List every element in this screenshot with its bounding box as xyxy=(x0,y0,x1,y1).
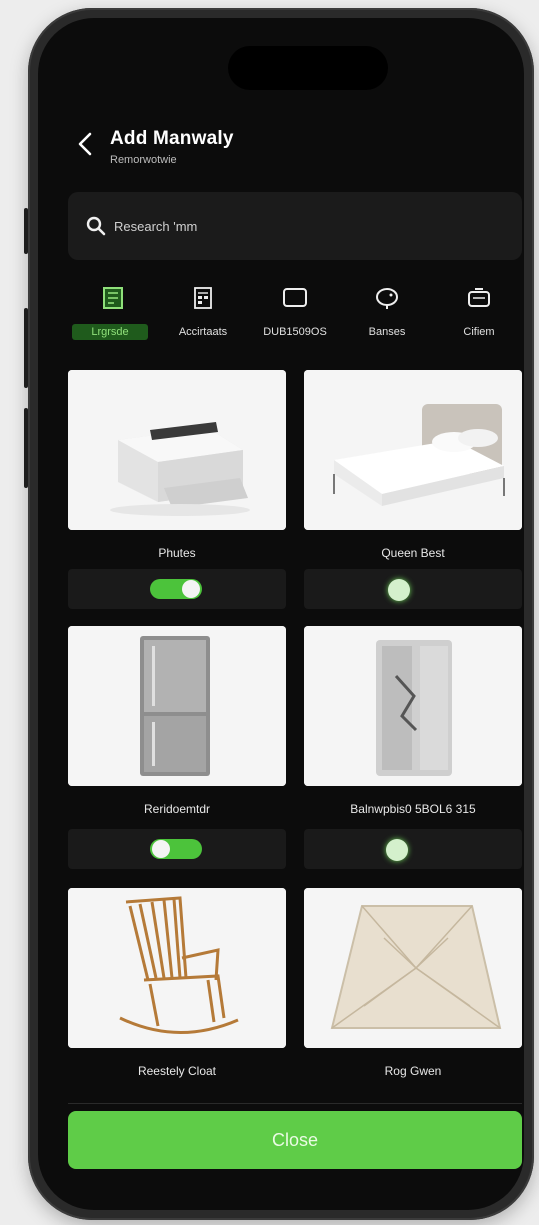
chevron-left-icon xyxy=(78,132,92,156)
toggle-row xyxy=(304,569,522,609)
rug-image xyxy=(304,888,522,1048)
item-name: Reestely Cloat xyxy=(137,1064,217,1078)
back-button[interactable] xyxy=(74,130,96,158)
rocking-chair-image xyxy=(68,888,286,1048)
toggle-knob xyxy=(182,580,200,598)
toggle-row xyxy=(68,569,286,609)
category-tab-lrgrsde[interactable]: Lrgrsde xyxy=(68,286,158,356)
item-toggle-bed[interactable] xyxy=(388,579,414,601)
battery-icon xyxy=(468,288,490,307)
category-label: Cifiem xyxy=(463,326,495,338)
item-card-bed[interactable] xyxy=(304,370,522,530)
category-tab-dub1509os[interactable]: DUB1509OS xyxy=(250,286,340,356)
phone-frame: Add Manwaly Remorwotwie Research 'mm Lrg… xyxy=(24,8,534,1220)
toggle-row xyxy=(304,829,522,869)
category-tabs: Lrgrsde Accirtaats DUB1509OS Banses Cifi… xyxy=(68,286,522,356)
dynamic-island xyxy=(228,46,388,90)
toggle-knob xyxy=(386,839,408,861)
close-button[interactable]: Close xyxy=(68,1111,522,1169)
fridge-door-image xyxy=(304,626,522,786)
category-label: Lrgrsde xyxy=(72,324,148,340)
item-toggle-printer[interactable] xyxy=(150,579,202,599)
tv-icon xyxy=(376,288,398,309)
item-name: Phutes xyxy=(158,546,196,560)
category-label: Accirtaats xyxy=(178,326,228,338)
item-toggle-fridge-door[interactable] xyxy=(386,839,412,861)
page-title: Add Manwaly xyxy=(110,128,234,149)
search-placeholder: Research 'mm xyxy=(114,218,198,234)
grid-book-icon xyxy=(103,287,123,309)
category-tab-cifiem[interactable]: Cifiem xyxy=(434,286,524,356)
item-card-fridge-door[interactable] xyxy=(304,626,522,786)
volume-down-button xyxy=(24,408,28,488)
screen: Add Manwaly Remorwotwie Research 'mm Lrg… xyxy=(38,18,524,1210)
monitor-icon xyxy=(283,288,307,307)
item-card-fridge[interactable] xyxy=(68,626,286,786)
item-card-rug[interactable] xyxy=(304,888,522,1048)
fridge-image xyxy=(68,626,286,786)
category-label: Banses xyxy=(368,326,406,338)
category-tab-accirtaats[interactable]: Accirtaats xyxy=(158,286,248,356)
category-tab-banses[interactable]: Banses xyxy=(342,286,432,356)
toggle-knob xyxy=(152,840,170,858)
calendar-icon xyxy=(194,287,212,309)
item-toggle-fridge[interactable] xyxy=(150,839,202,859)
toggle-knob xyxy=(388,579,410,601)
item-card-rocking-chair[interactable] xyxy=(68,888,286,1048)
search-bar[interactable]: Research 'mm xyxy=(68,192,522,260)
volume-up-button xyxy=(24,308,28,388)
printer-image xyxy=(68,370,286,530)
toggle-row xyxy=(68,829,286,869)
item-name: Balnwpbis0 5BOL6 315 xyxy=(350,802,476,816)
item-name: Reridoemtdr xyxy=(143,802,211,816)
divider xyxy=(68,1103,522,1104)
page-subtitle: Remorwotwie xyxy=(110,154,177,166)
item-card-printer[interactable] xyxy=(68,370,286,530)
mute-switch xyxy=(24,208,28,254)
item-name: Queen Best xyxy=(381,546,445,560)
search-icon xyxy=(86,216,106,236)
category-label: DUB1509OS xyxy=(263,326,327,338)
bed-image xyxy=(304,370,522,530)
item-name: Rog Gwen xyxy=(384,1064,442,1078)
